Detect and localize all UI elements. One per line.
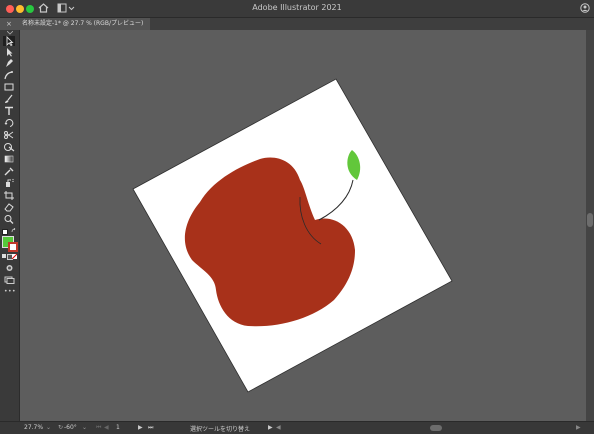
drawing-mode-icon[interactable] bbox=[5, 264, 14, 272]
symbol-sprayer-tool[interactable] bbox=[3, 178, 15, 188]
type-tool[interactable] bbox=[3, 106, 15, 116]
document-tab-label: 名称未設定-1* @ 27.7 % (RGB/プレビュー) bbox=[22, 20, 144, 27]
eraser-icon bbox=[4, 203, 14, 212]
screen-mode-icon[interactable] bbox=[4, 276, 15, 284]
previous-artboard-icon[interactable]: ◀ bbox=[104, 424, 109, 431]
selection-icon bbox=[6, 36, 14, 46]
artboard-icon bbox=[4, 191, 14, 200]
status-bar: 27.7% ⌄ ↻ -60° ⌄ ⏮ ◀ 1 ▶ ⏭ 選択ツールを切り替え ▶ … bbox=[0, 421, 594, 434]
pen-tool[interactable] bbox=[3, 58, 15, 68]
tools-panel: ••• bbox=[0, 30, 20, 421]
document-tab[interactable]: × 名称未設定-1* @ 27.7 % (RGB/プレビュー) bbox=[0, 18, 150, 30]
horizontal-scroll-thumb[interactable] bbox=[430, 425, 442, 431]
pen-icon bbox=[6, 59, 13, 67]
status-menu-icon[interactable]: ▶ bbox=[268, 424, 273, 431]
next-artboard-icon[interactable]: ▶ bbox=[138, 424, 143, 431]
scroll-left-icon[interactable]: ◀ bbox=[276, 424, 281, 431]
rotate-view-icon: ↻ bbox=[58, 424, 64, 431]
paintbrush-icon bbox=[5, 94, 13, 103]
gradient-tool[interactable] bbox=[3, 154, 15, 164]
curvature-pen-tool[interactable] bbox=[3, 70, 15, 80]
artboard-tool[interactable] bbox=[3, 190, 15, 200]
none-mode-icon[interactable] bbox=[12, 254, 17, 259]
window-title: Adobe Illustrator 2021 bbox=[252, 3, 342, 12]
rotation-value[interactable]: -60° bbox=[64, 424, 77, 431]
default-colors-icon[interactable] bbox=[2, 229, 8, 235]
eyedropper-icon bbox=[4, 167, 14, 176]
paintbrush-tool[interactable] bbox=[3, 94, 15, 104]
rotate-icon bbox=[4, 119, 14, 127]
eyedropper-tool[interactable] bbox=[3, 166, 15, 176]
rectangle-icon bbox=[4, 83, 14, 91]
swap-colors-icon[interactable] bbox=[11, 228, 17, 234]
status-hint: 選択ツールを切り替え bbox=[190, 426, 251, 433]
title-bar: Adobe Illustrator 2021 bbox=[0, 0, 594, 18]
direct-selection-tool[interactable] bbox=[3, 47, 15, 57]
scissors-tool[interactable] bbox=[3, 130, 15, 140]
zoom-icon bbox=[4, 215, 14, 224]
type-icon bbox=[5, 106, 13, 115]
rotate-tool[interactable] bbox=[3, 118, 15, 128]
document-canvas[interactable] bbox=[20, 30, 586, 421]
artwork-layer bbox=[132, 78, 453, 393]
last-artboard-icon[interactable]: ⏭ bbox=[148, 424, 153, 432]
zoom-tool[interactable] bbox=[3, 214, 15, 224]
shape-builder-tool[interactable] bbox=[3, 142, 15, 152]
vertical-scrollbar[interactable] bbox=[586, 30, 594, 421]
scroll-right-icon[interactable]: ▶ bbox=[576, 424, 581, 431]
first-artboard-icon[interactable]: ⏮ bbox=[96, 424, 101, 432]
color-mode-icon[interactable] bbox=[2, 254, 6, 258]
eraser-tool[interactable] bbox=[3, 202, 15, 212]
close-tab-icon[interactable]: × bbox=[6, 18, 12, 30]
curvature-pen-icon bbox=[4, 71, 13, 80]
edit-toolbar-icon[interactable]: ••• bbox=[2, 288, 18, 295]
zoom-level[interactable]: 27.7% bbox=[24, 424, 43, 431]
scissors-icon bbox=[4, 131, 14, 139]
gradient-icon bbox=[4, 155, 14, 163]
rotation-dropdown-icon[interactable]: ⌄ bbox=[82, 424, 87, 431]
direct-selection-icon bbox=[7, 48, 13, 57]
vertical-scroll-thumb[interactable] bbox=[587, 213, 593, 227]
rectangle-tool[interactable] bbox=[3, 82, 15, 92]
zoom-dropdown-icon[interactable]: ⌄ bbox=[46, 424, 51, 431]
stroke-color-swatch[interactable] bbox=[8, 242, 18, 252]
symbol-sprayer-icon bbox=[6, 178, 14, 187]
selection-tool[interactable] bbox=[3, 36, 15, 46]
document-tab-bar: × 名称未設定-1* @ 27.7 % (RGB/プレビュー) bbox=[0, 18, 594, 30]
shape-builder-icon bbox=[4, 143, 15, 152]
artboard-number[interactable]: 1 bbox=[116, 424, 120, 431]
panel-collapse-icon[interactable] bbox=[7, 31, 13, 35]
account-icon[interactable] bbox=[580, 3, 590, 13]
